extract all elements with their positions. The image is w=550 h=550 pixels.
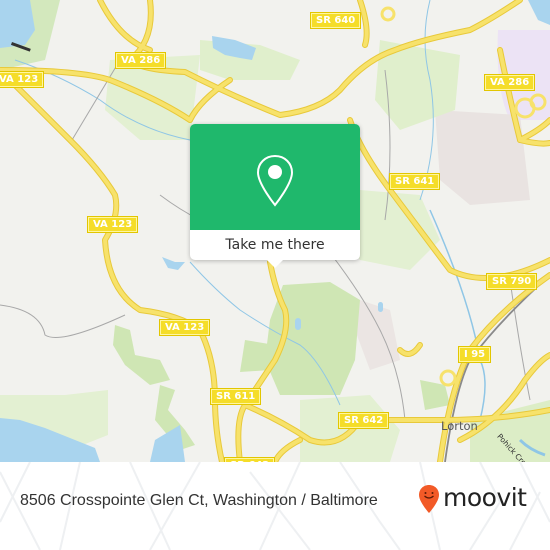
moovit-logo-text: moovit xyxy=(443,482,527,512)
address-text: 8506 Crosspointe Glen Ct, Washington / B… xyxy=(20,492,378,509)
lake xyxy=(162,257,185,270)
pond xyxy=(295,318,301,330)
road-label-va286: VA 286 xyxy=(116,53,166,68)
road-label-sr611: SR 611 xyxy=(211,389,261,404)
moovit-smiley-pin-icon xyxy=(419,485,439,513)
place-label-lorton: Lorton xyxy=(441,419,478,433)
popup-header xyxy=(190,124,360,230)
pond xyxy=(378,302,383,312)
minor-road xyxy=(0,304,126,338)
road-label-va123: VA 123 xyxy=(160,320,210,335)
road-label-sr641: SR 641 xyxy=(390,174,440,189)
industrial-area xyxy=(355,300,400,370)
road-label-sr640: SR 640 xyxy=(311,13,361,28)
lake xyxy=(528,0,550,25)
map-pin-icon xyxy=(256,154,294,207)
footer: 8506 Crosspointe Glen Ct, Washington / B… xyxy=(0,462,550,550)
road-label-va286: VA 286 xyxy=(485,75,535,90)
road-label-sr642: SR 642 xyxy=(339,413,389,428)
road-label-sr790: SR 790 xyxy=(487,274,537,289)
road-label-va123: VA 123 xyxy=(0,72,44,87)
road-label-i95: I 95 xyxy=(459,347,491,362)
popup-pointer xyxy=(267,260,283,268)
road-label-va123: VA 123 xyxy=(88,217,138,232)
moovit-logo[interactable]: moovit xyxy=(418,482,527,514)
interchange xyxy=(380,6,396,22)
take-me-there-button[interactable]: Take me there xyxy=(190,230,360,260)
location-popup[interactable]: Take me there xyxy=(190,124,360,268)
interchange xyxy=(439,369,457,387)
map[interactable]: VA 123 VA 286 SR 640 VA 286 SR 641 VA 12… xyxy=(0,0,550,462)
